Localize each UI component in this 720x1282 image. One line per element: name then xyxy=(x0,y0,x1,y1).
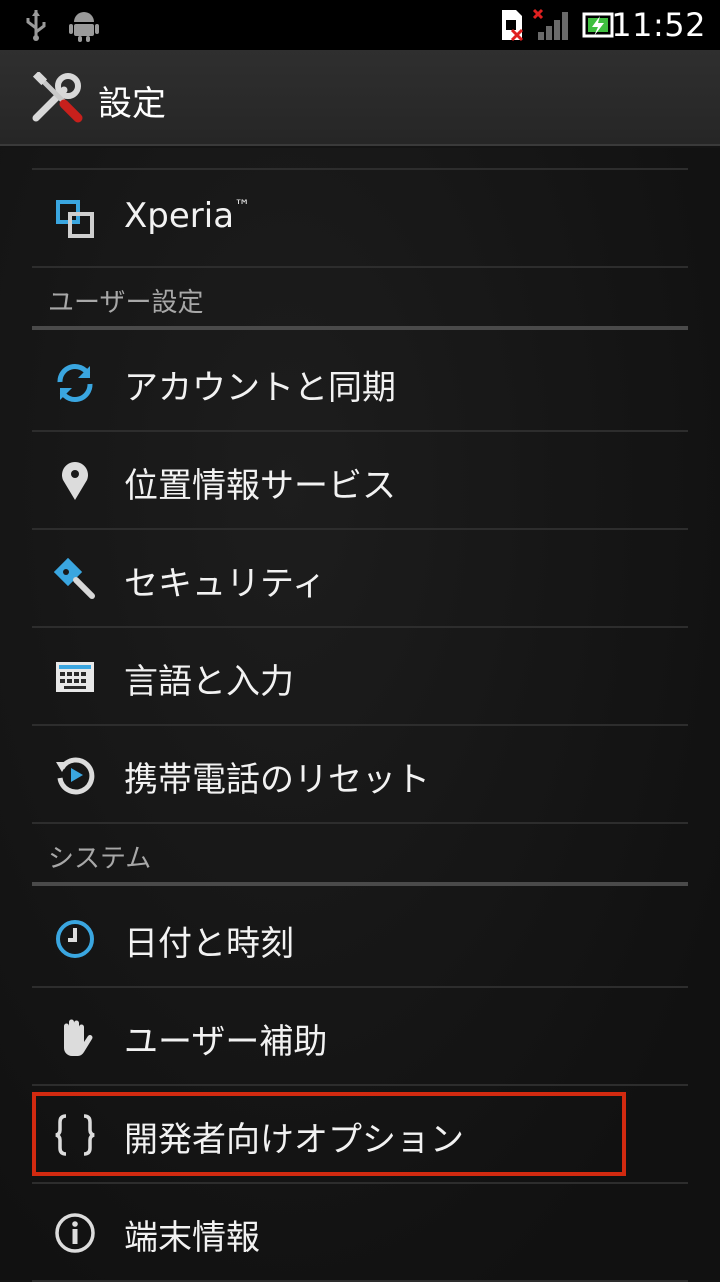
settings-list: Xperia™ ユーザー設定 アカウントと同期 位置情報サービス セキュリティ xyxy=(0,148,720,1282)
settings-item-label: 携帯電話のリセット xyxy=(124,760,430,800)
page-title: 設定 xyxy=(98,84,166,124)
settings-item-label: アカウントと同期 xyxy=(124,368,396,408)
settings-item-label: 言語と入力 xyxy=(124,662,294,702)
location-pin-icon xyxy=(62,462,88,500)
settings-item-developer-options[interactable]: 開発者向けオプション xyxy=(32,1086,688,1184)
key-icon xyxy=(54,558,95,599)
settings-item-location[interactable]: 位置情報サービス xyxy=(32,432,688,530)
settings-tools-icon xyxy=(32,72,83,123)
settings-item-accounts-sync[interactable]: アカウントと同期 xyxy=(32,334,688,432)
settings-item-label: 開発者向けオプション xyxy=(124,1120,464,1160)
keyboard-icon xyxy=(56,662,94,692)
settings-item-label: 端末情報 xyxy=(124,1218,260,1258)
settings-item-label: 日付と時刻 xyxy=(124,924,294,964)
settings-item-label: ユーザー補助 xyxy=(124,1022,328,1062)
action-bar: 設定 xyxy=(0,50,720,146)
settings-item-xperia[interactable]: Xperia™ xyxy=(32,170,688,268)
section-header-label: ユーザー設定 xyxy=(48,288,204,318)
clock-time: 11:52 xyxy=(611,6,706,44)
braces-icon xyxy=(55,1114,95,1156)
section-header-label: システム xyxy=(48,844,152,874)
no-signal-icon xyxy=(532,8,568,40)
settings-item-security[interactable]: セキュリティ xyxy=(32,530,688,628)
settings-item-language-input[interactable]: 言語と入力 xyxy=(32,628,688,726)
sim-missing-icon xyxy=(502,10,524,42)
usb-icon xyxy=(26,10,46,41)
settings-item-accessibility[interactable]: ユーザー補助 xyxy=(32,988,688,1086)
section-header-system: システム xyxy=(32,826,688,886)
settings-item-date-time[interactable]: 日付と時刻 xyxy=(32,890,688,988)
clock-icon xyxy=(56,920,94,958)
settings-item-about-phone[interactable]: 端末情報 xyxy=(32,1184,688,1282)
status-bar: 11:52 xyxy=(0,0,720,50)
info-icon xyxy=(55,1213,95,1253)
trademark-mark: ™ xyxy=(234,196,251,215)
settings-item-label: 位置情報サービス xyxy=(124,466,396,506)
xperia-icon xyxy=(56,200,94,238)
hand-icon xyxy=(64,1019,93,1056)
android-debug-icon xyxy=(69,12,99,42)
section-header-user-settings: ユーザー設定 xyxy=(32,270,688,330)
settings-item-label: セキュリティ xyxy=(124,564,326,604)
settings-item-label: Xperia xyxy=(124,196,235,236)
settings-item-phone-reset[interactable]: 携帯電話のリセット xyxy=(32,726,688,824)
sync-icon xyxy=(57,363,93,403)
reset-icon xyxy=(56,757,95,795)
